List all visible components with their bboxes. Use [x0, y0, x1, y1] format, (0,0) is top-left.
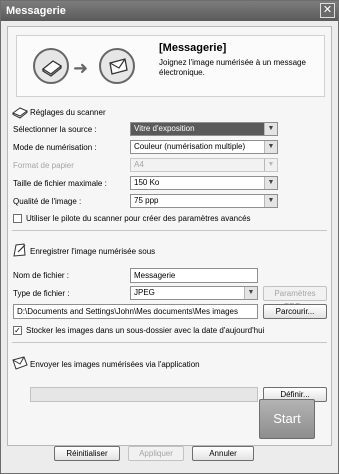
driver-option-checkbox[interactable] [13, 214, 22, 223]
title-bar[interactable]: Messagerie ✕ [1, 1, 338, 21]
send-section-title: Envoyer les images numérisées via l'appl… [30, 360, 200, 369]
paper-size-label: Format de papier [13, 161, 74, 170]
reset-button[interactable]: Réinitialiser [54, 446, 120, 461]
scan-mode-value: Couleur (numérisation multiple) [134, 142, 246, 151]
filename-input[interactable]: Messagerie [130, 268, 258, 283]
chevron-down-icon[interactable]: ▼ [264, 123, 277, 135]
max-size-value: 150 Ko [134, 178, 160, 187]
paper-size-value: A4 [134, 160, 144, 169]
chevron-down-icon[interactable]: ▼ [264, 195, 277, 207]
browse-button[interactable]: Parcourir... [263, 304, 327, 319]
source-select[interactable]: Vitre d'exposition ▼ [130, 122, 278, 136]
main-panel: ➜ [Messagerie] Joignez l'image numérisée… [7, 26, 332, 461]
subfolder-label: Stocker les images dans un sous-dossier … [26, 326, 265, 335]
filetype-label: Type de fichier : [13, 289, 70, 298]
paper-size-select: A4 ▼ [130, 158, 278, 172]
close-button[interactable]: ✕ [320, 3, 335, 18]
max-size-select[interactable]: 150 Ko ▼ [130, 176, 278, 190]
scanner-icon [33, 48, 69, 84]
header-description: Joignez l'image numérisée à un message é… [159, 58, 306, 77]
header-title: [Messagerie] [159, 42, 227, 54]
chevron-down-icon[interactable]: ▼ [244, 287, 257, 299]
filename-label: Nom de fichier : [13, 271, 70, 280]
mail-icon [99, 48, 135, 84]
divider [12, 342, 327, 343]
scanner-settings-title: Réglages du scanner [30, 108, 106, 117]
max-size-label: Taille de fichier maximale : [13, 179, 107, 188]
filetype-value: JPEG [134, 288, 155, 297]
scanner-small-icon [11, 105, 29, 119]
source-label: Sélectionner la source : [13, 125, 97, 134]
cancel-button[interactable]: Annuler [192, 446, 254, 461]
chevron-down-icon: ▼ [264, 159, 277, 171]
window-title: Messagerie [6, 5, 66, 17]
send-mail-icon [12, 356, 28, 370]
save-scan-icon [12, 242, 28, 257]
divider [12, 230, 327, 231]
messagerie-window: Messagerie ✕ ➜ [Messagerie] Joignez l'im… [0, 0, 339, 474]
subfolder-checkbox[interactable]: ✓ [13, 326, 22, 335]
save-path-input[interactable]: D:\Documents and Settings\John\Mes docum… [13, 304, 258, 319]
arrow-right-icon: ➜ [73, 58, 89, 78]
application-field [30, 387, 258, 402]
driver-option-label: Utiliser le pilote du scanner pour créer… [26, 214, 251, 223]
pdf-settings-button: Paramètres PDF... [263, 286, 327, 311]
image-quality-label: Qualité de l'image : [13, 197, 82, 206]
scan-mode-select[interactable]: Couleur (numérisation multiple) ▼ [130, 140, 278, 154]
save-section-title: Enregistrer l'image numérisée sous [30, 247, 156, 256]
chevron-down-icon[interactable]: ▼ [264, 177, 277, 189]
image-quality-value: 75 ppp [134, 196, 159, 205]
filetype-select[interactable]: JPEG ▼ [130, 286, 258, 300]
apply-button: Appliquer [128, 446, 184, 461]
scan-mode-label: Mode de numérisation : [13, 143, 97, 152]
chevron-down-icon[interactable]: ▼ [264, 141, 277, 153]
start-button[interactable]: Start [259, 399, 315, 439]
header-banner: ➜ [Messagerie] Joignez l'image numérisée… [16, 35, 325, 97]
image-quality-select[interactable]: 75 ppp ▼ [130, 194, 278, 208]
source-value: Vitre d'exposition [134, 124, 195, 133]
